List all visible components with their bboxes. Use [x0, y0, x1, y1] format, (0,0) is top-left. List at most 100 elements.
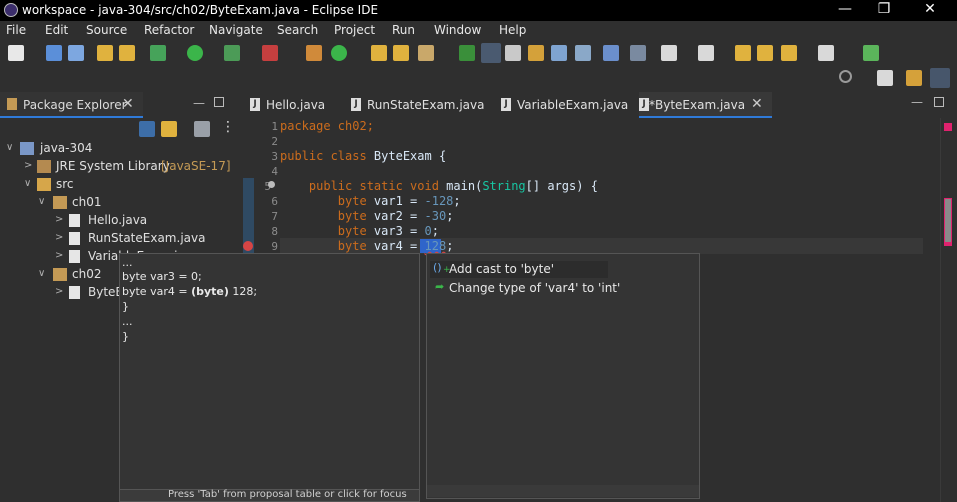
- expand-icon[interactable]: >: [55, 250, 63, 261]
- expand-icon[interactable]: >: [55, 214, 63, 225]
- tree-item-ch01[interactable]: ∨ ch01: [0, 194, 240, 212]
- expand-icon[interactable]: >: [24, 160, 32, 171]
- close-icon[interactable]: ✕: [122, 96, 134, 112]
- save-all-icon[interactable]: [68, 45, 84, 61]
- expand-icon[interactable]: ∨: [38, 268, 45, 279]
- preview-line: byte var3 = 0;: [122, 270, 202, 283]
- pin-editor-icon[interactable]: [863, 45, 879, 61]
- code-line-3: public class ByteExam {: [280, 149, 446, 163]
- coverage-icon[interactable]: [224, 45, 240, 61]
- menu-run[interactable]: Run: [392, 23, 415, 37]
- last-edit-location-icon[interactable]: [735, 45, 751, 61]
- package-explorer-tab[interactable]: Package Explorer ✕: [0, 92, 143, 118]
- back-to-edit-icon[interactable]: [757, 45, 773, 61]
- new-icon[interactable]: [8, 45, 24, 61]
- tree-item-src[interactable]: ∨ src: [0, 176, 240, 194]
- redo-icon[interactable]: [119, 45, 135, 61]
- error-indicator-icon[interactable]: [944, 123, 952, 131]
- open-type-icon[interactable]: [371, 45, 387, 61]
- debug-icon[interactable]: [150, 45, 166, 61]
- tab-byteexam[interactable]: J *ByteExam.java ✕: [639, 92, 772, 118]
- search-toolbar-icon[interactable]: [418, 45, 434, 61]
- quickfix-proposals-popup[interactable]: () + Add cast to 'byte' ➦ Change type of…: [426, 253, 700, 499]
- java-file-icon: J: [501, 98, 511, 111]
- open-perspective-icon[interactable]: [877, 70, 893, 86]
- proposal-add-cast[interactable]: () + Add cast to 'byte': [430, 261, 608, 278]
- menu-search[interactable]: Search: [277, 23, 318, 37]
- next-annotation-icon[interactable]: [459, 45, 475, 61]
- task-list-icon[interactable]: [603, 45, 619, 61]
- forward-icon[interactable]: [818, 45, 834, 61]
- view-menu-icon[interactable]: ⋮: [221, 119, 235, 135]
- expand-icon[interactable]: >: [55, 232, 63, 243]
- collapse-all-icon[interactable]: [139, 121, 155, 137]
- expand-icon[interactable]: ∨: [38, 196, 45, 207]
- var-decl: var4 =: [366, 239, 425, 253]
- java-ee-perspective-icon[interactable]: [906, 70, 922, 86]
- minimize-view-icon[interactable]: —: [193, 96, 205, 110]
- tree-item-jre[interactable]: > JRE System Library [JavaSE-17]: [0, 158, 240, 176]
- close-icon[interactable]: ✕: [751, 96, 763, 112]
- undo-icon[interactable]: [97, 45, 113, 61]
- expand-icon[interactable]: >: [55, 286, 63, 297]
- code-line-5: public static void main(String[] args) {: [280, 179, 598, 193]
- fold-icon[interactable]: [268, 181, 275, 188]
- toggle-block-selection-icon[interactable]: [528, 45, 544, 61]
- var-decl: var1 =: [366, 194, 425, 208]
- error-position-marker[interactable]: [944, 242, 952, 245]
- maximize-editor-icon[interactable]: [934, 97, 944, 107]
- back-icon[interactable]: [781, 45, 797, 61]
- menu-source[interactable]: Source: [86, 23, 127, 37]
- tree-item-project[interactable]: ∨ java-304: [0, 140, 240, 158]
- console-icon[interactable]: [630, 45, 646, 61]
- menu-navigate[interactable]: Navigate: [209, 23, 263, 37]
- minimize-button[interactable]: —: [835, 1, 855, 19]
- overview-ruler[interactable]: [940, 118, 957, 502]
- proposals-scrollbar[interactable]: [427, 485, 699, 497]
- menu-help[interactable]: Help: [499, 23, 526, 37]
- next-edit-icon[interactable]: [661, 45, 677, 61]
- error-literal: 128: [424, 239, 447, 253]
- class-name: ByteExam {: [366, 149, 447, 163]
- expand-icon[interactable]: ∨: [24, 178, 31, 189]
- toggle-mark-occurrences-icon[interactable]: [481, 43, 501, 63]
- new-java-project-icon[interactable]: [306, 45, 322, 61]
- save-icon[interactable]: [46, 45, 62, 61]
- java-perspective-icon[interactable]: [930, 68, 950, 88]
- tree-item-hello[interactable]: > Hello.java: [0, 212, 240, 230]
- code-line-8: byte var3 = 0;: [280, 224, 439, 238]
- external-tools-icon[interactable]: [262, 45, 278, 61]
- tab-hello[interactable]: J Hello.java: [241, 92, 341, 118]
- open-task-icon[interactable]: [393, 45, 409, 61]
- tab-runstateexam[interactable]: J RunStateExam.java: [341, 92, 491, 118]
- tree-item-runstate[interactable]: > RunStateExam.java: [0, 230, 240, 248]
- maximize-button[interactable]: ❐: [874, 1, 894, 19]
- menu-refactor[interactable]: Refactor: [144, 23, 194, 37]
- filters-icon[interactable]: [194, 121, 210, 137]
- close-window-button[interactable]: ✕: [920, 1, 940, 19]
- previous-edit-icon[interactable]: [698, 45, 714, 61]
- toggle-breadcrumb-icon[interactable]: [505, 45, 521, 61]
- quickfix-preview-popup[interactable]: ... byte var3 = 0; byte var4 = (byte) 12…: [119, 253, 420, 502]
- pilcrow-icon[interactable]: [575, 45, 591, 61]
- run-icon[interactable]: [187, 45, 203, 61]
- menu-file[interactable]: File: [6, 23, 26, 37]
- menu-window[interactable]: Window: [434, 23, 481, 37]
- expand-icon[interactable]: ∨: [6, 142, 13, 153]
- new-class-icon[interactable]: [331, 45, 347, 61]
- tree-item-label: JRE System Library: [56, 159, 170, 173]
- tab-variableexam[interactable]: J VariableExam.java: [491, 92, 639, 118]
- error-marker-icon[interactable]: [243, 241, 253, 251]
- tree-item-label: java-304: [40, 141, 93, 155]
- java-project-icon: [20, 142, 34, 155]
- maximize-view-icon[interactable]: [214, 97, 224, 107]
- search-icon[interactable]: [839, 70, 852, 83]
- proposal-change-type[interactable]: ➦ Change type of 'var4' to 'int': [430, 280, 690, 297]
- tree-item-label: RunStateExam.java: [88, 231, 206, 245]
- menu-project[interactable]: Project: [334, 23, 375, 37]
- link-with-editor-icon[interactable]: [161, 121, 177, 137]
- show-whitespace-icon[interactable]: [551, 45, 567, 61]
- minimize-editor-icon[interactable]: —: [911, 95, 923, 109]
- menu-edit[interactable]: Edit: [45, 23, 68, 37]
- scroll-thumb[interactable]: [944, 198, 952, 246]
